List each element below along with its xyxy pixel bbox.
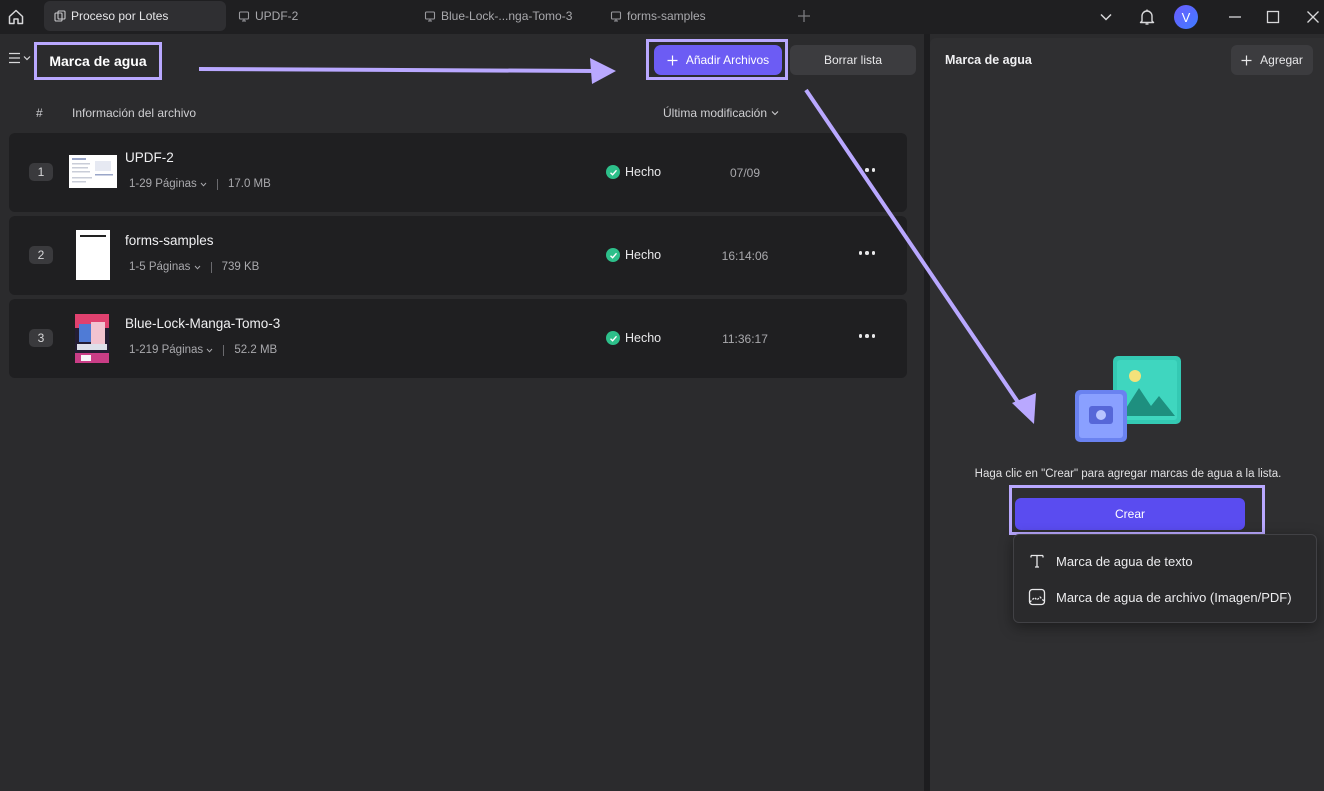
tab-label: Blue-Lock-...nga-Tomo-3 [441,9,573,23]
panel-title: Marca de agua [945,53,1032,67]
file-thumbnail [75,314,109,363]
divider [210,261,212,273]
check-circle-icon [606,248,620,262]
tab-label: forms-samples [627,9,706,23]
tab-blue-lock[interactable]: Blue-Lock-...nga-Tomo-3 [414,1,596,31]
status-badge: Hecho [606,165,661,179]
file-list-panel: Marca de agua Añadir Archivos Borrar lis… [0,34,924,791]
divider [216,178,218,190]
more-options-icon[interactable] [855,244,879,262]
chevron-down-icon[interactable] [1096,0,1116,34]
file-meta: 1-5 Páginas 739 KB [129,261,259,273]
row-number: 3 [29,329,53,347]
more-options-icon[interactable] [855,327,879,345]
chevron-down-icon [207,348,213,353]
close-icon[interactable] [1304,0,1322,34]
modified-time: 16:14:06 [721,249,769,263]
batch-icon [54,10,66,22]
check-circle-icon [606,165,620,179]
plus-icon [667,55,678,65]
maximize-icon[interactable] [1264,0,1282,34]
chevron-down-icon [771,111,779,116]
watermark-panel: Marca de agua Agregar Haga clic en "Crea… [930,38,1324,791]
file-size: 17.0 MB [227,178,271,190]
table-row[interactable]: 3 Blue-Lock-Manga-Tomo-3 1-219 Páginas 5… [9,299,907,378]
modified-time: 07/09 [729,166,761,180]
tab-label: UPDF-2 [255,9,299,23]
file-thumbnail [76,230,110,280]
file-meta: 1-219 Páginas 52.2 MB [129,344,277,356]
document-icon [238,10,250,22]
text-icon [1030,554,1044,568]
document-icon [424,10,436,22]
chevron-down-icon [194,265,200,270]
title-bar: Proceso por Lotes UPDF-2 Blue-Lock-...ng… [0,0,1324,34]
divider [223,344,225,356]
page-range-select[interactable]: 1-29 Páginas [129,178,207,190]
file-size: 739 KB [221,261,260,273]
hamburger-icon [9,52,20,64]
avatar[interactable]: V [1174,0,1198,34]
clear-list-button[interactable]: Borrar lista [790,45,916,75]
status-badge: Hecho [606,248,661,262]
bell-icon[interactable] [1136,0,1158,34]
more-options-icon[interactable] [855,161,879,179]
document-icon [610,10,622,22]
chevron-down-icon [23,56,31,61]
image-watermark-illustration-icon [1073,354,1183,449]
tab-label: Proceso por Lotes [71,9,169,23]
menu-item-file-watermark[interactable]: Marca de agua de archivo (Imagen/PDF) [1028,585,1292,609]
page-range-select[interactable]: 1-5 Páginas [129,261,201,273]
status-badge: Hecho [606,331,661,345]
table-row[interactable]: 2 forms-samples 1-5 Páginas 739 KB Hecho… [9,216,907,295]
add-files-button[interactable]: Añadir Archivos [654,45,782,75]
page-range-select[interactable]: 1-219 Páginas [129,344,213,356]
plus-icon [1241,55,1252,65]
modified-time: 11:36:17 [722,332,768,346]
tab-batch-process[interactable]: Proceso por Lotes [44,1,226,31]
image-file-icon [1028,588,1046,606]
minimize-icon[interactable] [1226,0,1244,34]
column-header-info: Información del archivo [72,106,197,120]
table-row[interactable]: 1 UPDF-2 1-29 Páginas 17.0 MB Hecho 07/0… [9,133,907,212]
tab-updf-2[interactable]: UPDF-2 [228,1,410,31]
column-header-modified[interactable]: Última modificación [663,106,779,120]
chevron-down-icon [200,182,207,187]
row-number: 2 [29,246,53,264]
page-title: Marca de agua [34,42,162,80]
column-header-number: # [36,106,43,120]
file-name: forms-samples [125,233,214,248]
home-icon[interactable] [4,6,28,28]
add-watermark-button[interactable]: Agregar [1231,45,1313,75]
hint-text: Haga clic en "Crear" para agregar marcas… [974,468,1282,480]
tab-forms-samples[interactable]: forms-samples [600,1,782,31]
file-size: 52.2 MB [234,344,278,356]
file-name: UPDF-2 [125,150,174,165]
menu-item-text-watermark[interactable]: Marca de agua de texto [1028,549,1193,573]
create-menu: Marca de agua de texto Marca de agua de … [1013,534,1317,623]
create-button[interactable]: Crear [1015,498,1245,530]
menu-button[interactable] [8,52,31,64]
row-number: 1 [29,163,53,181]
check-circle-icon [606,331,620,345]
file-thumbnail [69,155,117,188]
new-tab-icon[interactable] [796,8,812,24]
file-meta: 1-29 Páginas 17.0 MB [129,178,271,190]
file-name: Blue-Lock-Manga-Tomo-3 [125,316,281,331]
